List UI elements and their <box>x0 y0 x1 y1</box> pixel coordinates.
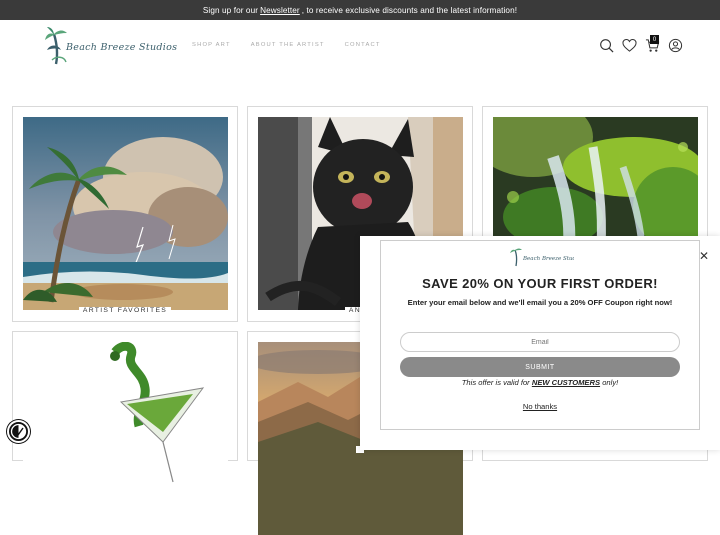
user-icon[interactable] <box>668 38 683 53</box>
heart-icon[interactable] <box>622 38 637 53</box>
announcement-text-after: , to receive exclusive discounts and the… <box>301 5 518 15</box>
newsletter-popup: ✕ Beach Breeze Studios SAVE 20% ON YOUR … <box>360 236 720 450</box>
main-nav: SHOP ART ABOUT THE ARTIST CONTACT <box>192 42 381 48</box>
popup-logo-text: Beach Breeze Studios <box>522 256 574 262</box>
offer-prefix: This offer is valid for <box>461 378 530 387</box>
accessibility-button[interactable] <box>7 420 30 443</box>
cart-wrapper[interactable]: 0 <box>645 35 660 53</box>
collection-image-palm-storm[interactable] <box>23 117 228 310</box>
announcement-bar: Sign up for our Newsletter , to receive … <box>0 0 720 20</box>
cart-count-badge: 0 <box>650 35 659 44</box>
newsletter-link[interactable]: Newsletter <box>260 6 300 15</box>
accessibility-icon <box>10 423 27 440</box>
collection-card-drinks[interactable] <box>12 331 238 535</box>
offer-suffix: only! <box>602 378 619 387</box>
popup-title: SAVE 20% ON YOUR FIRST ORDER! <box>422 276 658 291</box>
submit-button[interactable]: SUBMIT <box>400 357 680 377</box>
site-header: Beach Breeze Studios SHOP ART ABOUT THE … <box>0 20 720 80</box>
popup-subtitle: Enter your email below and we'll email y… <box>407 298 673 307</box>
email-input[interactable] <box>400 332 680 352</box>
no-thanks-link[interactable]: No thanks <box>360 402 720 411</box>
popup-logo: Beach Breeze Studios <box>510 248 574 267</box>
nav-contact[interactable]: CONTACT <box>345 42 381 48</box>
collection-caption: ARTIST FAVORITES <box>13 307 237 321</box>
collection-card-artist-favorites[interactable]: ARTIST FAVORITES <box>12 106 238 322</box>
close-icon[interactable]: ✕ <box>698 250 710 262</box>
collection-image-green-martini[interactable] <box>23 342 228 535</box>
offer-text: This offer is valid for NEW CUSTOMERS on… <box>360 378 720 387</box>
announcement-text-before: Sign up for our <box>202 5 259 15</box>
header-icons: 0 <box>599 35 683 53</box>
search-icon[interactable] <box>599 38 614 53</box>
logo-text: Beach Breeze Studios <box>66 42 178 53</box>
brand-logo[interactable]: Beach Breeze Studios <box>44 26 177 68</box>
collection-caption <box>13 446 237 460</box>
nav-shop-art[interactable]: SHOP ART <box>192 42 231 48</box>
nav-about-the-artist[interactable]: ABOUT THE ARTIST <box>251 42 325 48</box>
offer-highlight: NEW CUSTOMERS <box>531 378 601 387</box>
